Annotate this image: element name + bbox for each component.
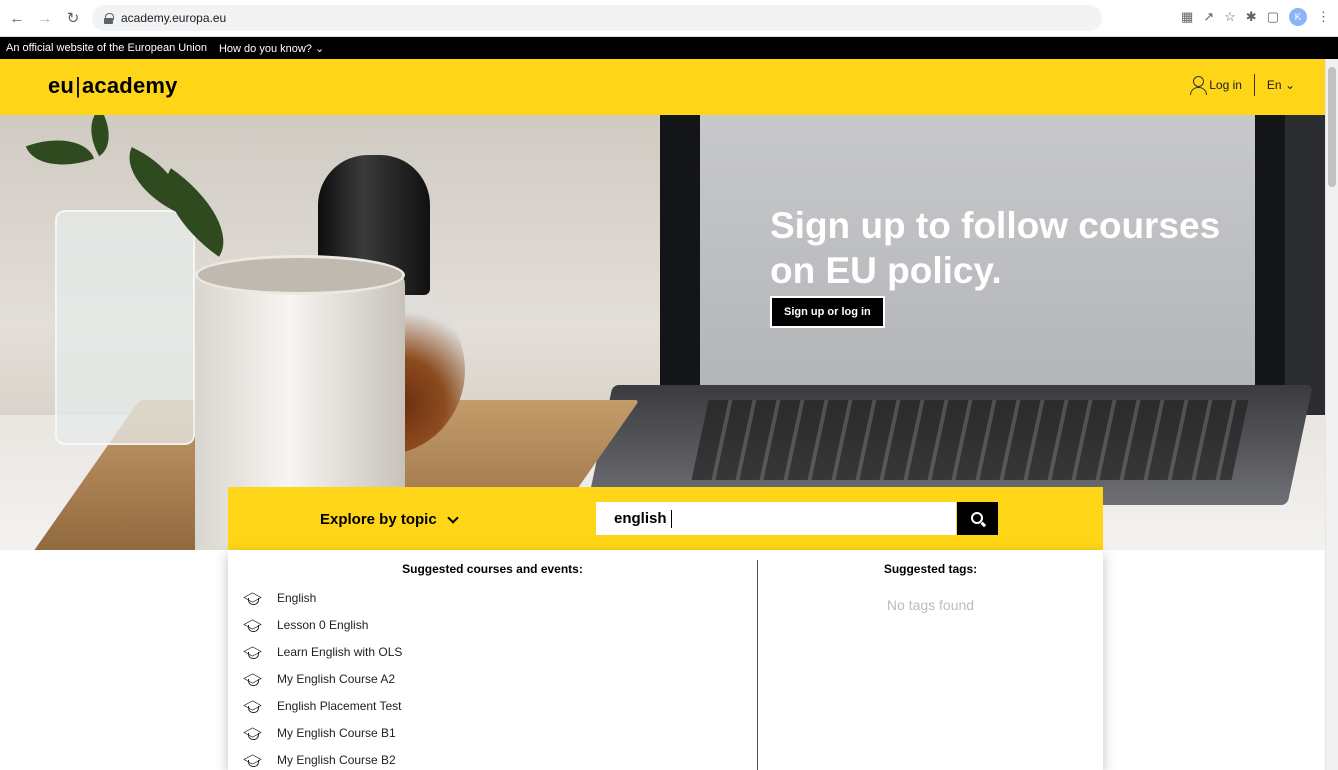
url-text: academy.europa.eu xyxy=(121,11,227,25)
graduation-cap-icon xyxy=(243,726,263,740)
list-item[interactable]: My English Course B1 xyxy=(243,719,402,746)
how-do-you-know-link[interactable]: How do you know? ⌄ xyxy=(219,42,324,55)
forward-icon[interactable]: → xyxy=(34,7,56,29)
suggested-courses-column: Suggested courses and events: English Le… xyxy=(228,550,757,770)
list-item[interactable]: My English Course A2 xyxy=(243,665,402,692)
suggested-courses-heading: Suggested courses and events: xyxy=(402,562,583,576)
list-item[interactable]: English xyxy=(243,584,402,611)
eu-academy-logo[interactable]: eu|academy xyxy=(48,73,178,99)
browser-toolbar: ← → ↻ academy.europa.eu ▦ ↗ ☆ ✱ ▢ K ⋮ xyxy=(0,0,1338,37)
sign-up-button[interactable]: Sign up or log in xyxy=(770,296,885,328)
search-input[interactable] xyxy=(596,502,956,535)
share-icon[interactable]: ↗ xyxy=(1203,9,1214,25)
avatar[interactable]: K xyxy=(1289,8,1307,26)
explore-by-topic-dropdown[interactable]: Explore by topic xyxy=(320,511,459,528)
scroll-thumb[interactable] xyxy=(1328,67,1336,187)
header-divider xyxy=(1253,74,1255,96)
extensions-icon[interactable]: ✱ xyxy=(1246,9,1257,25)
language-selector[interactable]: En ⌄ xyxy=(1267,78,1295,92)
search-band: Explore by topic xyxy=(228,487,1103,550)
graduation-cap-icon xyxy=(243,753,263,767)
search-suggestions-panel: Suggested courses and events: English Le… xyxy=(228,550,1103,770)
hero-title: Sign up to follow courses on EU policy. xyxy=(770,205,1221,291)
lock-icon xyxy=(104,12,114,24)
list-item[interactable]: Learn English with OLS xyxy=(243,638,402,665)
list-item[interactable]: English Placement Test xyxy=(243,692,402,719)
page-scrollbar[interactable] xyxy=(1325,59,1338,770)
graduation-cap-icon xyxy=(243,618,263,632)
list-item[interactable]: My English Course B2 xyxy=(243,746,402,770)
no-tags-message: No tags found xyxy=(886,597,975,613)
search-icon xyxy=(970,511,983,524)
graduation-cap-icon xyxy=(243,699,263,713)
user-icon[interactable] xyxy=(1190,75,1208,95)
suggested-tags-heading: Suggested tags: xyxy=(883,562,978,576)
star-icon[interactable]: ☆ xyxy=(1224,9,1236,25)
login-link[interactable]: Log in xyxy=(1209,78,1242,92)
list-item[interactable]: Lesson 0 English xyxy=(243,611,402,638)
reload-icon[interactable]: ↻ xyxy=(62,7,84,29)
graduation-cap-icon xyxy=(243,645,263,659)
hero-banner: Sign up to follow courses on EU policy. … xyxy=(0,115,1325,550)
suggested-tags-column: Suggested tags: No tags found xyxy=(758,550,1103,770)
search-button[interactable] xyxy=(957,502,998,535)
sidepanel-icon[interactable]: ▢ xyxy=(1267,9,1279,25)
site-header: eu|academy Log in En ⌄ xyxy=(0,59,1325,115)
menu-icon[interactable]: ⋮ xyxy=(1317,9,1330,25)
graduation-cap-icon xyxy=(243,591,263,605)
suggested-courses-list: English Lesson 0 English Learn English w… xyxy=(243,584,402,770)
graduation-cap-icon xyxy=(243,672,263,686)
text-caret xyxy=(671,510,672,528)
translate-icon[interactable]: ▦ xyxy=(1181,9,1193,25)
back-icon[interactable]: ← xyxy=(6,7,28,29)
eu-official-banner: An official website of the European Unio… xyxy=(0,37,1338,59)
address-bar[interactable]: academy.europa.eu xyxy=(92,5,1102,31)
chevron-down-icon xyxy=(447,511,459,524)
official-website-text: An official website of the European Unio… xyxy=(6,42,207,54)
